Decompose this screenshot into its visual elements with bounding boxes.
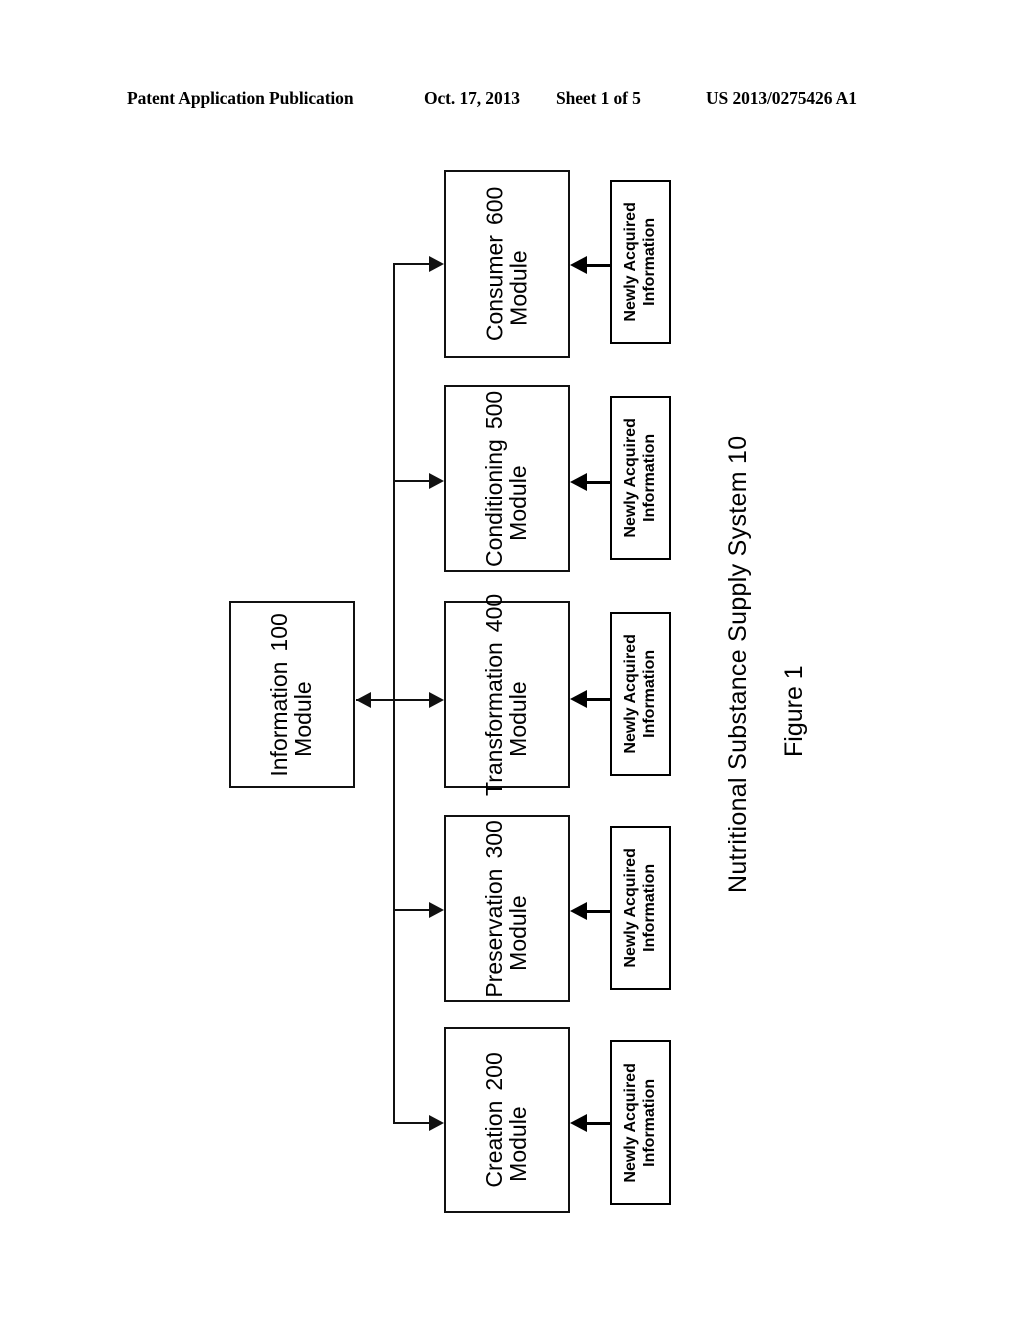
- bus-branch-preservation: [393, 909, 429, 911]
- preservation-module-reference: 300: [481, 819, 508, 859]
- conditioning-module-box: Conditioning Module 500: [444, 385, 570, 572]
- newly-acquired-information-label-creation: Newly Acquired Information: [621, 1062, 658, 1183]
- conditioning-module-label: Conditioning Module: [481, 438, 531, 567]
- newly-acquired-information-box-conditioning: Newly Acquired Information: [610, 396, 671, 560]
- newly-acquired-information-label-consumer: Newly Acquired Information: [621, 202, 658, 322]
- nai-arrow-line-consumer: [585, 264, 610, 267]
- preservation-module-box: Preservation Module 300: [444, 815, 570, 1002]
- arrow-to-creation-module: [429, 1115, 444, 1131]
- header-date: Oct. 17, 2013: [424, 88, 520, 108]
- newly-acquired-information-box-transformation: Newly Acquired Information: [610, 612, 671, 776]
- nai-arrowhead-conditioning: [570, 473, 587, 491]
- bus-vertical-line: [393, 263, 395, 1124]
- header-sheet: Sheet 1 of 5: [556, 88, 641, 108]
- information-module-reference: 100: [266, 612, 293, 652]
- preservation-module-label: Preservation Module: [481, 868, 531, 998]
- newly-acquired-information-label-preservation: Newly Acquired Information: [621, 848, 658, 968]
- creation-module-label: Creation Module: [481, 1100, 531, 1188]
- system-title-caption: Nutritional Substance Supply System 10: [724, 435, 752, 893]
- arrow-to-conditioning-module: [429, 473, 444, 489]
- nai-arrowhead-consumer: [570, 256, 587, 274]
- nai-arrowhead-transformation: [570, 690, 587, 708]
- conditioning-module-reference: 500: [481, 390, 508, 429]
- creation-module-box: Creation Module 200: [444, 1027, 570, 1213]
- header-patent-number: US 2013/0275426 A1: [706, 88, 857, 108]
- nai-arrowhead-preservation: [570, 902, 587, 920]
- header-publication: Patent Application Publication: [127, 88, 354, 108]
- nai-arrow-line-transformation: [585, 698, 610, 701]
- newly-acquired-information-box-creation: Newly Acquired Information: [610, 1040, 671, 1205]
- arrow-to-consumer-module: [429, 256, 444, 272]
- consumer-module-label: Consumer Module: [481, 235, 532, 342]
- nai-arrow-line-preservation: [585, 910, 610, 913]
- consumer-module-reference: 600: [481, 186, 508, 226]
- patent-figure-page: Patent Application Publication Oct. 17, …: [0, 0, 1024, 1320]
- bus-branch-creation: [393, 1122, 429, 1124]
- transformation-module-box: Transformation Module 400: [444, 593, 570, 796]
- page-header: Patent Application Publication Oct. 17, …: [0, 88, 1024, 114]
- information-module-label: Information Module: [266, 661, 316, 777]
- newly-acquired-information-label-transformation: Newly Acquired Information: [621, 634, 658, 754]
- bus-branch-consumer: [393, 263, 429, 265]
- transformation-module-reference: 400: [481, 593, 508, 632]
- arrow-to-information-module: [356, 692, 371, 708]
- bus-branch-conditioning: [393, 480, 429, 482]
- newly-acquired-information-label-conditioning: Newly Acquired Information: [621, 418, 658, 538]
- consumer-module-box: Consumer Module 600: [444, 170, 570, 358]
- information-module-box: Information Module 100: [229, 601, 355, 788]
- nai-arrowhead-creation: [570, 1114, 587, 1132]
- arrow-to-preservation-module: [429, 902, 444, 918]
- figure-caption: Figure 1: [780, 665, 808, 757]
- nai-arrow-line-creation: [585, 1122, 610, 1125]
- arrow-to-transformation-module: [429, 692, 444, 708]
- transformation-module-label: Transformation Module: [481, 641, 531, 796]
- creation-module-reference: 200: [481, 1052, 508, 1091]
- nai-arrow-line-conditioning: [585, 481, 610, 484]
- newly-acquired-information-box-preservation: Newly Acquired Information: [610, 826, 671, 990]
- newly-acquired-information-box-consumer: Newly Acquired Information: [610, 180, 671, 344]
